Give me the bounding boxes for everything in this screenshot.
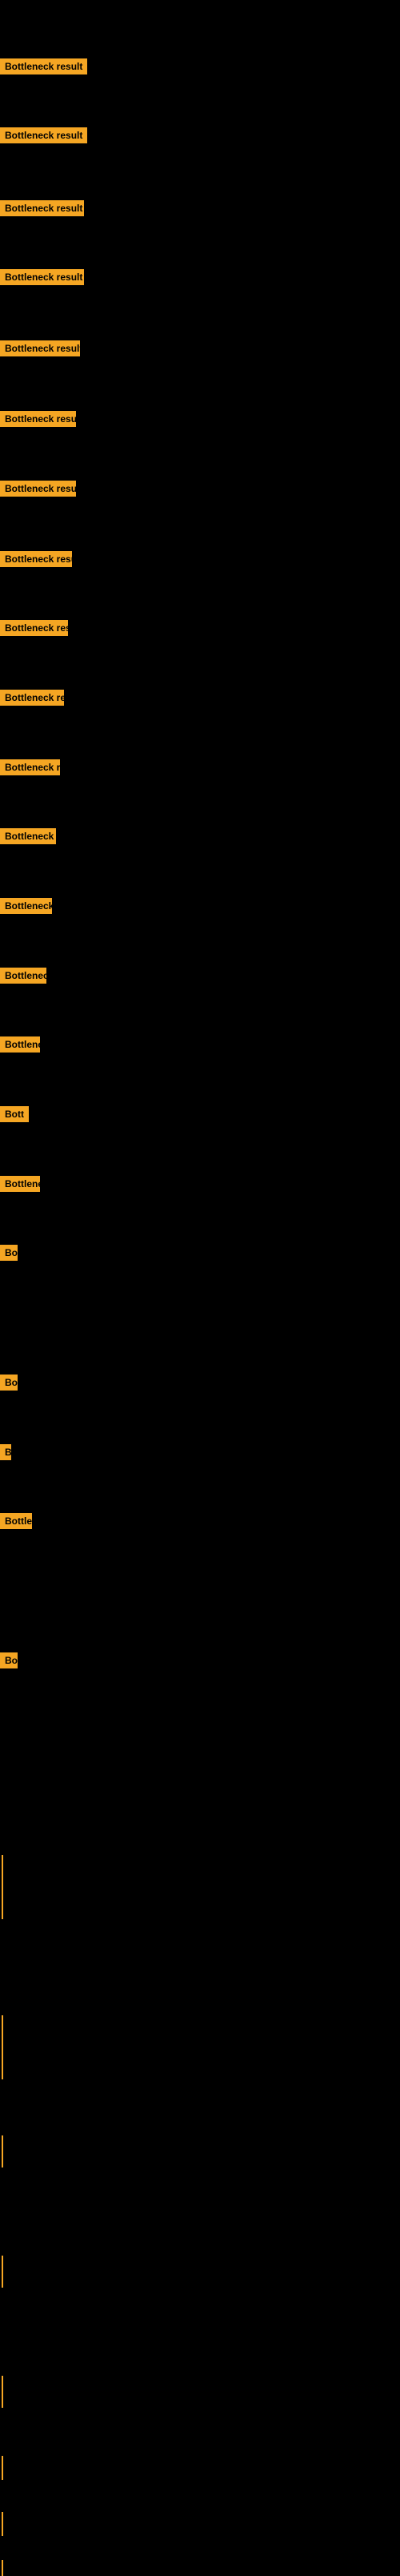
bottleneck-result-badge: Bo [0, 1375, 18, 1391]
bottleneck-result-badge: Bottleneck result [0, 340, 80, 356]
bottleneck-result-badge: Bottleneck res [0, 828, 56, 844]
bottleneck-result-badge: Bottleneck res [0, 759, 60, 775]
bottleneck-line-indicator [2, 2015, 3, 2079]
bottleneck-result-badge: Bottleneck result [0, 481, 76, 497]
bottleneck-result-badge: Bottleneck result [0, 127, 87, 143]
bottleneck-line-indicator [2, 2135, 3, 2167]
bottleneck-line-indicator [2, 2456, 3, 2480]
bottleneck-result-badge: Bo [0, 1652, 18, 1668]
bottleneck-result-badge: Bottleneck result [0, 690, 64, 706]
bottleneck-line-indicator [2, 2376, 3, 2408]
bottleneck-result-badge: Bott [0, 1106, 29, 1122]
bottleneck-result-badge: Bo [0, 1245, 18, 1261]
bottleneck-result-badge: Bottlenec [0, 1176, 40, 1192]
bottleneck-result-badge: Bottleneck result [0, 58, 87, 74]
bottleneck-line-indicator [2, 1855, 3, 1919]
bottleneck-line-indicator [2, 2560, 3, 2576]
bottleneck-result-badge: Bottleneck result [0, 200, 84, 216]
bottleneck-result-badge: Bottleneck result [0, 551, 72, 567]
bottleneck-result-badge: Bottle [0, 1513, 32, 1529]
bottleneck-result-badge: Bottleneck result [0, 620, 68, 636]
bottleneck-line-indicator [2, 2256, 3, 2288]
bottleneck-result-badge: Bottleneck res [0, 898, 52, 914]
bottleneck-result-badge: Bottleneck result [0, 269, 84, 285]
bottleneck-result-badge: B [0, 1444, 11, 1460]
bottleneck-result-badge: Bottleneck result [0, 411, 76, 427]
bottleneck-line-indicator [2, 2512, 3, 2536]
bottleneck-result-badge: Bottlenec [0, 1036, 40, 1053]
bottleneck-result-badge: Bottleneck re [0, 968, 46, 984]
site-title [0, 0, 400, 13]
